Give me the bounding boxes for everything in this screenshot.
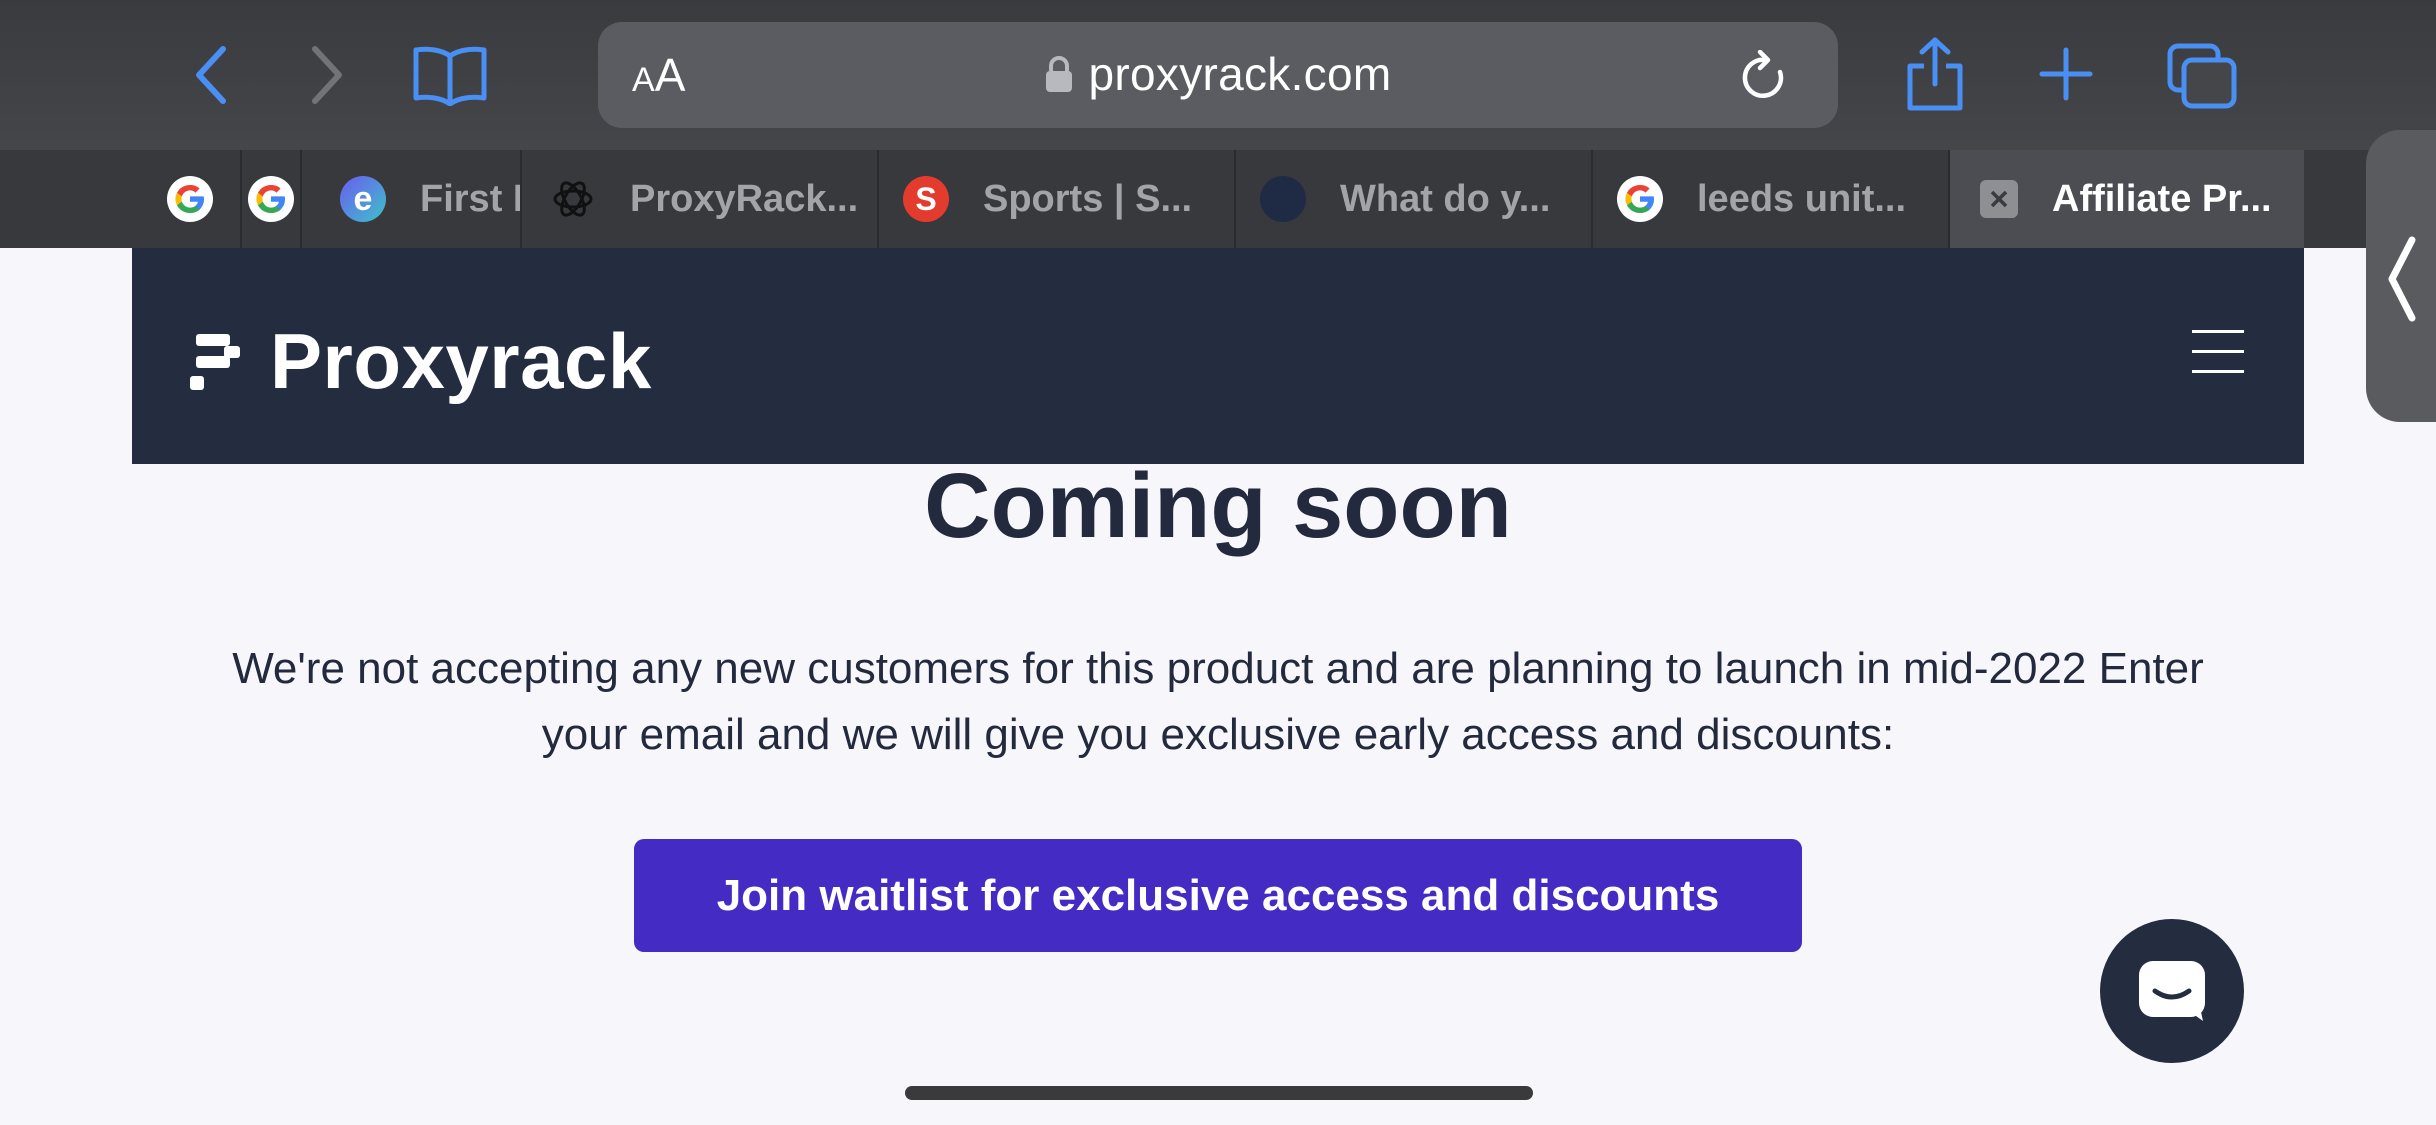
plus-icon — [2039, 47, 2093, 101]
bookmarks-button[interactable] — [410, 40, 490, 110]
tab-title: Sports | S... — [983, 177, 1193, 220]
google-icon — [248, 176, 294, 222]
join-waitlist-button[interactable]: Join waitlist for exclusive access and d… — [634, 839, 1802, 952]
tabs-icon — [2167, 43, 2237, 109]
tab-title: leeds unit... — [1697, 177, 1907, 220]
share-icon — [1907, 37, 1963, 111]
reload-icon — [1742, 49, 1784, 98]
globe-icon — [1260, 176, 1306, 222]
close-tab-icon[interactable] — [1980, 180, 2018, 218]
back-button[interactable] — [186, 42, 236, 108]
tab-leeds[interactable]: leeds unit... — [1591, 150, 1948, 248]
address-bar[interactable]: AA proxyrack.com — [598, 22, 1838, 128]
tab-google-1[interactable] — [140, 150, 240, 248]
sports-logo-icon: S — [903, 176, 949, 222]
screen: AA proxyrack.com e First ProxyRack... S … — [0, 0, 2436, 1125]
menu-button[interactable] — [2192, 330, 2244, 374]
browser-toolbar: AA proxyrack.com — [0, 0, 2436, 150]
tab-affiliate-active[interactable]: Affiliate Pr... — [1948, 150, 2304, 248]
openai-icon — [550, 176, 596, 222]
chevron-right-icon — [312, 46, 342, 104]
tab-proxyrack[interactable]: ProxyRack... — [520, 150, 877, 248]
hamburger-line — [2192, 350, 2244, 353]
tab-title: ProxyRack... — [630, 177, 859, 220]
reload-button[interactable] — [1740, 49, 1790, 109]
tab-what-do[interactable]: What do y... — [1234, 150, 1591, 248]
e-logo-icon: e — [340, 176, 386, 222]
url-display: proxyrack.com — [598, 44, 1838, 104]
chat-launcher-button[interactable] — [2100, 919, 2244, 1063]
tab-google-2[interactable] — [240, 150, 300, 248]
brand-name: Proxyrack — [270, 317, 652, 405]
lock-icon — [1045, 56, 1072, 92]
page-description: We're not accepting any new customers fo… — [232, 644, 2204, 759]
site-logo[interactable]: Proxyrack — [190, 316, 652, 407]
tab-title: Affiliate Pr... — [2052, 177, 2272, 220]
side-pull-handle[interactable] — [2366, 130, 2436, 422]
chevron-left-icon — [2388, 236, 2416, 322]
hamburger-line — [2192, 370, 2244, 373]
site-header: Proxyrack — [132, 248, 2304, 464]
home-indicator[interactable] — [905, 1086, 1533, 1100]
chevron-left-icon — [196, 46, 226, 104]
book-icon — [413, 46, 487, 106]
share-button[interactable] — [1900, 34, 1970, 114]
google-icon — [1617, 176, 1663, 222]
hamburger-line — [2192, 330, 2244, 333]
forward-button[interactable] — [302, 42, 352, 108]
tabs-overview-button[interactable] — [2164, 40, 2240, 112]
tab-strip: e First R ProxyRack... S Sports | S... W — [0, 150, 2436, 248]
page-title: Coming soon — [924, 455, 1512, 557]
tab-title: First R — [420, 177, 520, 220]
url-text: proxyrack.com — [1088, 48, 1392, 100]
tab-first-r[interactable]: e First R — [300, 150, 520, 248]
chat-icon — [2139, 961, 2205, 1021]
google-icon — [167, 176, 213, 222]
tab-title: What do y... — [1340, 177, 1551, 220]
proxyrack-logo-icon — [190, 333, 240, 390]
new-tab-button[interactable] — [2036, 44, 2096, 104]
tab-sports[interactable]: S Sports | S... — [877, 150, 1234, 248]
